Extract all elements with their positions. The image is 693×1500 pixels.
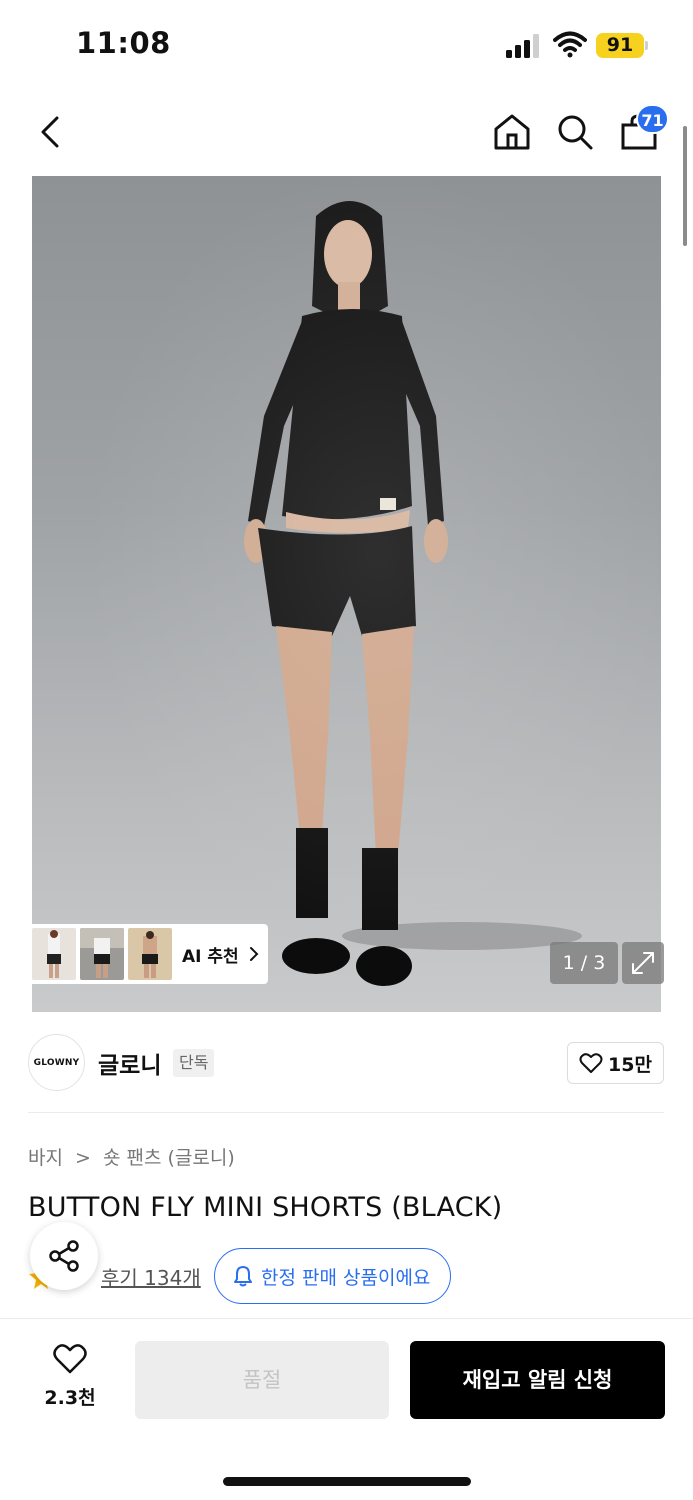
breadcrumb-separator: > xyxy=(75,1147,91,1169)
bell-icon xyxy=(234,1266,252,1287)
brand-like-button[interactable]: 15만 xyxy=(567,1042,664,1084)
home-button[interactable] xyxy=(488,108,536,156)
sold-out-button: 품절 xyxy=(135,1341,389,1419)
expand-image-button[interactable] xyxy=(622,942,664,984)
exclusive-badge: 단독 xyxy=(173,1049,215,1077)
battery-tip xyxy=(645,41,648,50)
limited-sale-chip[interactable]: 한정 판매 상품이에요 xyxy=(214,1248,452,1304)
model-photo xyxy=(244,201,582,986)
back-button[interactable] xyxy=(26,108,74,156)
top-nav-bar xyxy=(0,88,693,176)
wishlist-count: 2.3천 xyxy=(44,1387,96,1409)
share-icon xyxy=(49,1240,79,1272)
battery-indicator: 91 xyxy=(596,33,644,58)
chevron-right-icon xyxy=(249,947,259,961)
brand-row: GLOWNY 글로니 단독 15만 xyxy=(28,1034,664,1092)
breadcrumb-item-category[interactable]: 바지 xyxy=(28,1147,63,1169)
recommend-thumbnail[interactable] xyxy=(80,928,124,980)
home-indicator xyxy=(223,1477,471,1486)
image-page-indicator: 1 / 3 xyxy=(550,942,618,984)
recommend-thumbnail[interactable] xyxy=(128,928,172,980)
search-icon xyxy=(558,115,593,150)
restock-alert-button[interactable]: 재입고 알림 신청 xyxy=(410,1341,665,1419)
ai-recommend-button[interactable]: AI 추천 xyxy=(28,924,268,984)
wifi-icon xyxy=(553,30,587,58)
expand-icon xyxy=(632,952,654,974)
brand-like-count: 15만 xyxy=(608,1053,652,1076)
divider xyxy=(28,1112,664,1113)
product-image[interactable] xyxy=(32,176,661,1012)
brand-name[interactable]: 글로니 xyxy=(98,1046,161,1080)
chevron-left-icon xyxy=(41,116,59,148)
status-bar: 11:08 91 xyxy=(0,0,693,88)
bottom-action-bar: 2.3천 품절 재입고 알림 신청 xyxy=(0,1318,693,1500)
share-button[interactable] xyxy=(30,1222,98,1290)
wishlist-button[interactable]: 2.3천 xyxy=(32,1343,108,1410)
breadcrumb-item-subcategory[interactable]: 숏 팬츠 (글로니) xyxy=(103,1147,235,1169)
heart-icon xyxy=(53,1344,87,1374)
limited-sale-text: 한정 판매 상품이에요 xyxy=(261,1266,431,1289)
breadcrumb: 바지 > 숏 팬츠 (글로니) xyxy=(28,1143,235,1170)
ai-recommend-label: AI 추천 xyxy=(182,946,239,967)
signal-icon xyxy=(506,34,542,58)
brand-logo[interactable]: GLOWNY xyxy=(28,1034,85,1091)
home-icon xyxy=(494,114,530,150)
scrollbar[interactable] xyxy=(683,126,687,246)
cart-count-badge: 71 xyxy=(636,104,669,134)
recommend-thumbnail[interactable] xyxy=(32,928,76,980)
product-title: BUTTON FLY MINI SHORTS (BLACK) xyxy=(28,1192,503,1223)
status-time: 11:08 xyxy=(76,26,171,60)
search-button[interactable] xyxy=(551,108,599,156)
heart-icon xyxy=(579,1053,603,1073)
review-count-link[interactable]: 후기 134개 xyxy=(101,1262,201,1291)
